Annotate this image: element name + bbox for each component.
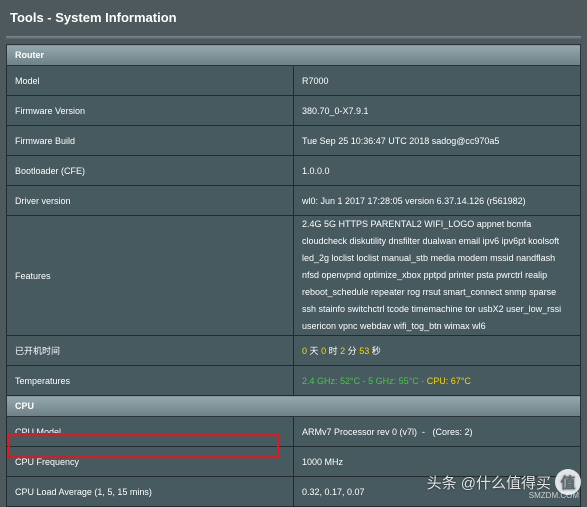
row-label: CPU Model <box>6 416 294 447</box>
uptime-hours-unit: 时 <box>328 346 338 356</box>
uptime-minutes-unit: 分 <box>347 346 357 356</box>
watermark-text: 头条 @什么值得买 <box>426 474 551 492</box>
row-value: wl0: Jun 1 2017 17:28:05 version 6.37.14… <box>293 185 581 216</box>
row-value: 1.0.0.0 <box>293 155 581 186</box>
temp-separator: - <box>418 375 427 386</box>
temp-2-4ghz: 2.4 GHz: 52°C <box>302 375 361 386</box>
uptime-seconds: 53 <box>359 346 370 356</box>
uptime-days: 0 <box>302 346 308 356</box>
row-label: Temperatures <box>6 365 294 396</box>
row-label: Model <box>6 65 294 96</box>
row-label: Features <box>6 215 294 336</box>
section-title-cpu: CPU <box>6 395 581 417</box>
uptime-minutes: 2 <box>340 346 346 356</box>
table-row-features: Features 2.4G 5G HTTPS PARENTAL2 WIFI_LO… <box>6 215 581 336</box>
table-row-driver-version: Driver version wl0: Jun 1 2017 17:28:05 … <box>6 185 581 216</box>
row-label: Driver version <box>6 185 294 216</box>
row-value: Tue Sep 25 10:36:47 UTC 2018 sadog@cc970… <box>293 125 581 156</box>
row-value: 380.70_0-X7.9.1 <box>293 95 581 126</box>
uptime-seconds-unit: 秒 <box>371 346 381 356</box>
system-info-table: Router Model R7000 Firmware Version 380.… <box>6 44 581 507</box>
row-label: Bootloader (CFE) <box>6 155 294 186</box>
table-row-uptime: 已开机时间 0 天 0 时 2 分 53 秒 <box>6 335 581 366</box>
uptime-days-unit: 天 <box>309 346 319 356</box>
temp-separator: - <box>360 375 369 386</box>
table-row-firmware-version: Firmware Version 380.70_0-X7.9.1 <box>6 95 581 126</box>
row-label: CPU Load Average (1, 5, 15 mins) <box>6 476 294 507</box>
header-divider <box>6 36 581 39</box>
temp-cpu: CPU: 67°C <box>426 375 471 386</box>
watermark-sub: SMZDM.COM <box>528 491 579 500</box>
section-title-router: Router <box>6 44 581 66</box>
table-row-bootloader: Bootloader (CFE) 1.0.0.0 <box>6 155 581 186</box>
temp-5ghz: 5 GHz: 55°C <box>368 375 419 386</box>
section-header-router: Router <box>6 44 581 66</box>
row-label: Firmware Version <box>6 95 294 126</box>
row-label: 已开机时间 <box>6 335 294 366</box>
row-value: ARMv7 Processor rev 0 (v7l) - (Cores: 2) <box>293 416 581 447</box>
section-header-cpu: CPU <box>6 395 581 417</box>
table-row-temperatures: Temperatures 2.4 GHz: 52°C - 5 GHz: 55°C… <box>6 365 581 396</box>
row-value: R7000 <box>293 65 581 96</box>
uptime-value: 0 天 0 时 2 分 53 秒 <box>293 335 581 366</box>
uptime-hours: 0 <box>321 346 327 356</box>
features-list: 2.4G 5G HTTPS PARENTAL2 WIFI_LOGO appnet… <box>293 215 581 336</box>
row-label: CPU Frequency <box>6 446 294 477</box>
temperatures-value: 2.4 GHz: 52°C - 5 GHz: 55°C - CPU: 67°C <box>293 365 581 396</box>
page-title: Tools - System Information <box>0 0 587 36</box>
row-label: Firmware Build <box>6 125 294 156</box>
table-row-firmware-build: Firmware Build Tue Sep 25 10:36:47 UTC 2… <box>6 125 581 156</box>
table-row-model: Model R7000 <box>6 65 581 96</box>
table-row-cpu-model: CPU Model ARMv7 Processor rev 0 (v7l) - … <box>6 416 581 447</box>
